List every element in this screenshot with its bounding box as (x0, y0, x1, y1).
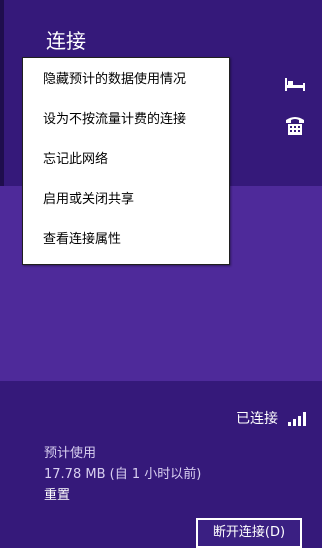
signal-bar (293, 419, 296, 426)
phone-icon-graphic (286, 117, 304, 135)
panel-title: 连接 (46, 29, 86, 53)
networks-charm-panel: 连接 已连接 预计使用 17.78 MB (自 1 小时以前) 重置 断开连接(… (0, 0, 322, 548)
menu-item-hide-data-usage[interactable]: 隐藏预计的数据使用情况 (23, 60, 229, 100)
phone-icon (284, 114, 306, 140)
signal-bar (303, 412, 306, 426)
reset-link[interactable]: 重置 (44, 484, 70, 503)
menu-item-toggle-sharing[interactable]: 启用或关闭共享 (23, 180, 229, 220)
usage-label: 预计使用 (44, 446, 97, 461)
menu-item-view-properties[interactable]: 查看连接属性 (23, 220, 229, 260)
disconnect-button[interactable]: 断开连接(D) (196, 518, 302, 548)
wifi-signal-icon (288, 412, 306, 426)
context-menu: 隐藏预计的数据使用情况 设为不按流量计费的连接 忘记此网络 启用或关闭共享 查看… (22, 57, 230, 265)
bed-icon (284, 74, 306, 96)
usage-value: 17.78 MB (自 1 小时以前) (44, 467, 202, 482)
signal-bar (288, 422, 291, 426)
bed-icon-graphic (285, 78, 305, 91)
connection-status: 已连接 (236, 411, 278, 427)
signal-bar (298, 416, 301, 426)
menu-item-forget-network[interactable]: 忘记此网络 (23, 140, 229, 180)
menu-item-set-unmetered[interactable]: 设为不按流量计费的连接 (23, 100, 229, 140)
